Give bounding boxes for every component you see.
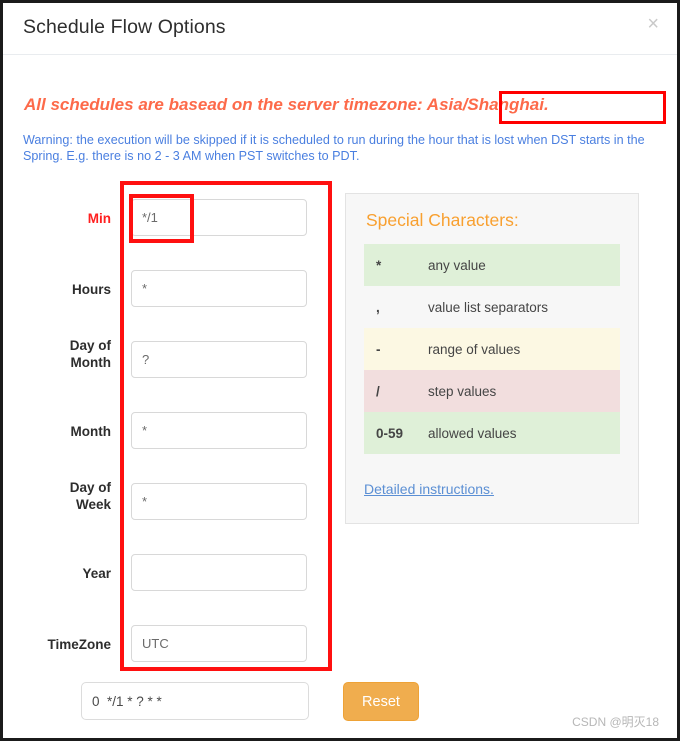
day-of-month-input[interactable] bbox=[131, 341, 307, 378]
close-icon[interactable]: × bbox=[647, 14, 659, 34]
form-row-min: Min bbox=[3, 183, 333, 254]
special-description: step values bbox=[428, 370, 620, 412]
special-characters-title: Special Characters: bbox=[366, 210, 519, 230]
watermark-text: CSDN @明灭18 bbox=[572, 715, 659, 729]
label-day-of-month-line1: Day of bbox=[69, 338, 111, 353]
cron-field-list: Min Hours Day of Month Month Day of Week bbox=[3, 183, 333, 680]
form-row-timezone: TimeZone bbox=[3, 609, 333, 680]
special-description: allowed values bbox=[428, 412, 620, 454]
special-symbol: , bbox=[364, 286, 428, 328]
form-row-month: Month bbox=[3, 396, 333, 467]
label-hours: Hours bbox=[71, 282, 111, 297]
special-symbol: - bbox=[364, 328, 428, 370]
min-input[interactable] bbox=[131, 199, 307, 236]
form-row-day-of-week: Day of Week bbox=[3, 467, 333, 538]
form-row-year: Year bbox=[3, 538, 333, 609]
detailed-instructions-link[interactable]: Detailed instructions. bbox=[364, 481, 494, 497]
special-symbol: 0-59 bbox=[364, 412, 428, 454]
special-description: value list separators bbox=[428, 286, 620, 328]
label-day-of-week: Day of Week bbox=[3, 479, 111, 513]
page-title: Schedule Flow Options bbox=[23, 16, 226, 38]
cron-expression-input[interactable] bbox=[81, 682, 309, 720]
day-of-week-input[interactable] bbox=[131, 483, 307, 520]
timezone-banner-prefix: All schedules are basead on the server t… bbox=[24, 95, 427, 114]
special-symbol: / bbox=[364, 370, 428, 412]
year-input[interactable] bbox=[131, 554, 307, 591]
timezone-input[interactable] bbox=[131, 625, 307, 662]
dialog-header: Schedule Flow Options × bbox=[3, 3, 677, 55]
special-symbol: * bbox=[364, 244, 428, 286]
table-row: / step values bbox=[364, 370, 620, 412]
label-year: Year bbox=[82, 566, 111, 581]
label-min: Min bbox=[87, 211, 111, 226]
special-description: any value bbox=[428, 244, 620, 286]
special-characters-table: * any value , value list separators - ra… bbox=[364, 244, 620, 454]
form-row-day-of-month: Day of Month bbox=[3, 325, 333, 396]
label-day-of-week-line1: Day of bbox=[69, 480, 111, 495]
timezone-value: Asia/Shanghai. bbox=[426, 95, 549, 114]
label-day-of-month: Day of Month bbox=[3, 337, 111, 371]
table-row: , value list separators bbox=[364, 286, 620, 328]
month-input[interactable] bbox=[131, 412, 307, 449]
schedule-flow-options-dialog: Schedule Flow Options × All schedules ar… bbox=[0, 0, 680, 741]
label-month: Month bbox=[70, 424, 111, 439]
special-characters-panel: Special Characters: * any value , value … bbox=[345, 193, 639, 524]
table-row: * any value bbox=[364, 244, 620, 286]
label-day-of-week-line2: Week bbox=[75, 497, 111, 512]
hours-input[interactable] bbox=[131, 270, 307, 307]
reset-button[interactable]: Reset bbox=[343, 682, 419, 721]
special-description: range of values bbox=[428, 328, 620, 370]
table-row: - range of values bbox=[364, 328, 620, 370]
dst-warning-text: Warning: the execution will be skipped i… bbox=[23, 133, 645, 163]
form-row-hours: Hours bbox=[3, 254, 333, 325]
timezone-banner: All schedules are basead on the server t… bbox=[24, 95, 549, 115]
table-row: 0-59 allowed values bbox=[364, 412, 620, 454]
label-day-of-month-line2: Month bbox=[70, 355, 111, 370]
label-timezone: TimeZone bbox=[47, 637, 111, 652]
